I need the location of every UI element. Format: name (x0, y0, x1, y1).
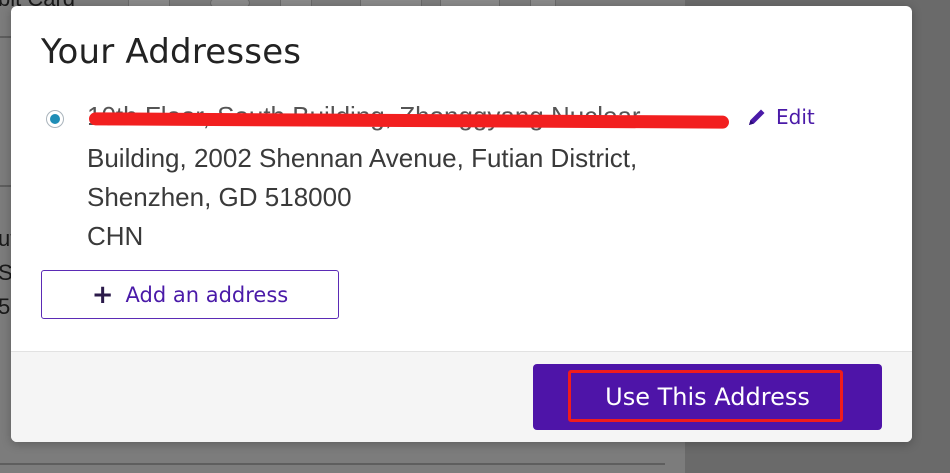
edit-label: Edit (776, 105, 815, 129)
address-radio[interactable] (46, 110, 64, 128)
add-address-label: Add an address (125, 282, 289, 307)
use-address-label: Use This Address (605, 383, 810, 411)
address-line-4: CHN (87, 221, 144, 251)
use-this-address-button[interactable]: Use This Address (533, 364, 882, 430)
address-line-2: Building, 2002 Shennan Avenue, Futian Di… (87, 143, 638, 173)
add-address-button[interactable]: + Add an address (41, 270, 339, 319)
bg-side-text: 5 (0, 294, 11, 319)
modal-footer: Use This Address (11, 351, 912, 442)
pencil-icon (746, 106, 768, 128)
edit-address-link[interactable]: Edit (746, 105, 815, 129)
modal-title: Your Addresses (41, 32, 302, 72)
address-line-3: Shenzhen, GD 518000 (87, 182, 352, 212)
address-modal: Your Addresses 10th Floor, South Buildin… (11, 6, 912, 442)
bg-divider (0, 463, 665, 465)
plus-icon: + (91, 279, 114, 310)
